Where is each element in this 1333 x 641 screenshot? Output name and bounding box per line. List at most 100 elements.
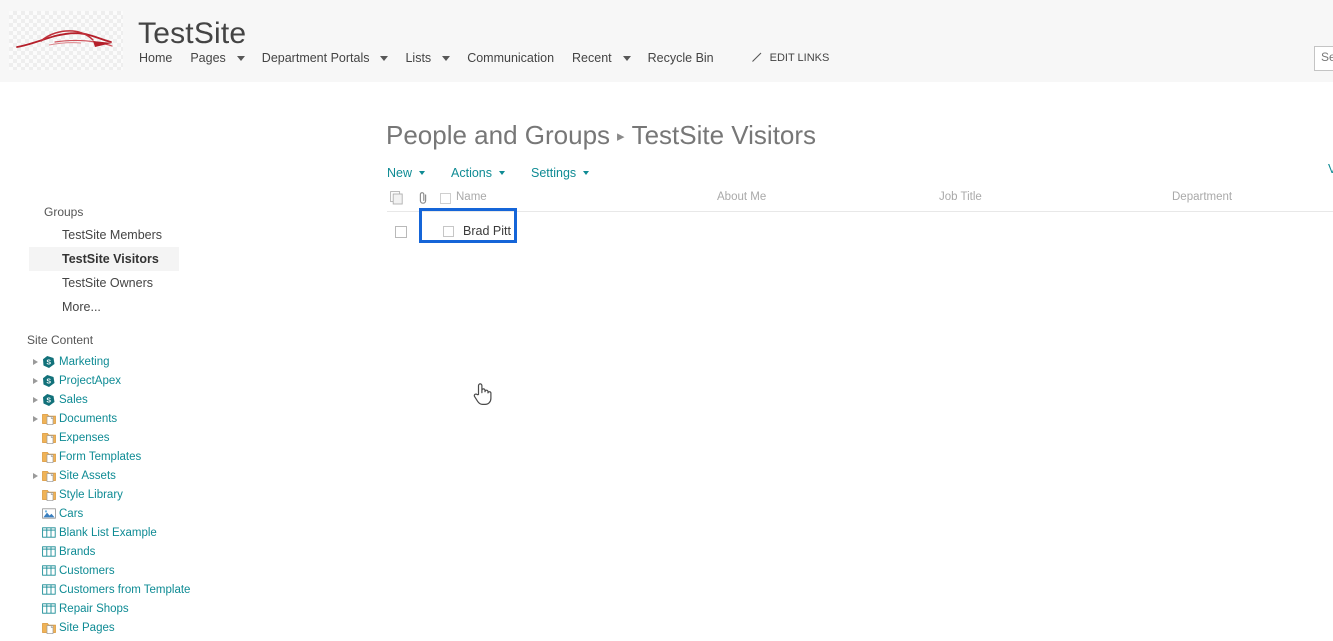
row-select-checkbox[interactable] xyxy=(395,226,407,238)
page-title-primary: People and Groups xyxy=(386,120,611,150)
column-header-name[interactable]: Name xyxy=(456,191,487,203)
toolbar-actions-menu[interactable]: Actions xyxy=(451,166,506,180)
chevron-down-icon[interactable] xyxy=(499,171,506,175)
column-header-about-me[interactable]: About Me xyxy=(717,191,766,203)
tree-item-site-assets[interactable]: Site Assets xyxy=(28,466,348,485)
grid-header-row: Name About Me Job Title Department xyxy=(387,190,1333,212)
sidebar-item-testsite-members[interactable]: TestSite Members xyxy=(29,223,179,247)
sharepoint-site-icon: S xyxy=(42,355,59,369)
left-sidebar: Groups TestSite Members TestSite Visitor… xyxy=(0,82,365,641)
nav-item-department-portals[interactable]: Department Portals xyxy=(261,51,389,65)
expand-arrow-icon[interactable] xyxy=(28,378,42,384)
row-name-cell[interactable]: Brad Pitt xyxy=(434,218,525,244)
nav-item-recent[interactable]: Recent xyxy=(571,51,631,65)
expand-arrow-icon[interactable] xyxy=(28,397,42,403)
search-input[interactable]: Se xyxy=(1314,46,1333,71)
tree-item-customers[interactable]: Customers xyxy=(28,561,348,580)
tree-item-form-templates[interactable]: Form Templates xyxy=(28,447,348,466)
group-label: TestSite Visitors xyxy=(62,252,159,266)
table-row[interactable]: Brad Pitt xyxy=(387,212,1333,252)
nav-item-home[interactable]: Home xyxy=(138,51,173,65)
tree-label: Documents xyxy=(59,412,118,425)
chevron-down-icon[interactable] xyxy=(236,55,245,61)
header-select-checkbox[interactable] xyxy=(440,193,451,204)
nav-item-recycle-bin[interactable]: Recycle Bin xyxy=(647,51,715,65)
tree-item-site-pages[interactable]: Site Pages xyxy=(28,618,348,637)
chevron-down-icon[interactable] xyxy=(419,171,426,175)
attachment-icon[interactable] xyxy=(418,191,429,210)
site-logo[interactable] xyxy=(9,11,123,70)
expand-arrow-icon[interactable] xyxy=(28,359,42,365)
edit-links-button[interactable]: EDIT LINKS xyxy=(751,51,829,66)
select-all-icon[interactable] xyxy=(390,191,405,211)
tree-item-style-library[interactable]: Style Library xyxy=(28,485,348,504)
site-content-tree: S Marketing S ProjectApex S Sales Docume… xyxy=(28,352,348,637)
list-icon xyxy=(42,583,59,596)
list-icon xyxy=(42,602,59,615)
sidebar-item-more[interactable]: More... xyxy=(29,295,179,319)
tree-label: Customers xyxy=(59,564,115,577)
expand-arrow-icon[interactable] xyxy=(28,473,42,479)
tree-label: Expenses xyxy=(59,431,110,444)
view-selector[interactable]: View xyxy=(1328,162,1333,176)
tree-item-sales[interactable]: S Sales xyxy=(28,390,348,409)
tree-label: Brands xyxy=(59,545,96,558)
site-title[interactable]: TestSite xyxy=(138,17,246,51)
car-logo-icon xyxy=(16,30,113,48)
tree-label: Customers from Template xyxy=(59,583,191,596)
document-library-icon xyxy=(42,488,59,502)
row-name-checkbox[interactable] xyxy=(443,225,454,237)
svg-text:S: S xyxy=(46,378,51,385)
nav-label: Department Portals xyxy=(261,51,370,65)
pencil-icon xyxy=(751,51,763,66)
nav-item-pages[interactable]: Pages xyxy=(189,51,245,65)
breadcrumb-separator-icon: ▸ xyxy=(617,128,625,145)
main-content: People and Groups ▸ TestSite Visitors New … xyxy=(365,82,1333,641)
nav-label: Home xyxy=(139,51,173,65)
tree-item-blank-list-example[interactable]: Blank List Example xyxy=(28,523,348,542)
chevron-down-icon[interactable] xyxy=(583,171,590,175)
toolbar-label: Settings xyxy=(531,166,577,180)
tree-label: Style Library xyxy=(59,488,123,501)
tree-label: Site Assets xyxy=(59,469,116,482)
tree-item-marketing[interactable]: S Marketing xyxy=(28,352,348,371)
sidebar-item-testsite-owners[interactable]: TestSite Owners xyxy=(29,271,179,295)
toolbar-new-menu[interactable]: New xyxy=(387,166,426,180)
nav-label: Recycle Bin xyxy=(647,51,714,65)
group-label: TestSite Owners xyxy=(62,276,154,290)
column-header-job-title[interactable]: Job Title xyxy=(939,191,982,203)
tree-item-documents[interactable]: Documents xyxy=(28,409,348,428)
svg-text:S: S xyxy=(46,397,51,404)
nav-item-communication[interactable]: Communication xyxy=(466,51,555,65)
tree-label: Site Pages xyxy=(59,621,115,634)
list-icon xyxy=(42,564,59,577)
tree-item-brands[interactable]: Brands xyxy=(28,542,348,561)
chevron-down-icon[interactable] xyxy=(622,55,631,61)
document-library-icon xyxy=(42,469,59,483)
picture-library-icon xyxy=(42,507,59,520)
toolbar-settings-menu[interactable]: Settings xyxy=(531,166,590,180)
page-root: TestSite Home Pages Department Portals L… xyxy=(0,0,1333,641)
column-header-department[interactable]: Department xyxy=(1172,191,1232,203)
expand-arrow-icon[interactable] xyxy=(28,416,42,422)
sidebar-item-testsite-visitors[interactable]: TestSite Visitors xyxy=(29,247,179,271)
tree-label: Sales xyxy=(59,393,88,406)
svg-text:S: S xyxy=(46,359,51,366)
nav-label: Lists xyxy=(405,51,432,65)
chevron-down-icon[interactable] xyxy=(442,55,451,61)
tree-item-customers-from-template[interactable]: Customers from Template xyxy=(28,580,348,599)
tree-item-projectapex[interactable]: S ProjectApex xyxy=(28,371,348,390)
tree-label: ProjectApex xyxy=(59,374,122,387)
list-icon xyxy=(42,526,59,539)
tree-item-expenses[interactable]: Expenses xyxy=(28,428,348,447)
tree-item-repair-shops[interactable]: Repair Shops xyxy=(28,599,348,618)
nav-item-lists[interactable]: Lists xyxy=(404,51,451,65)
tree-label: Marketing xyxy=(59,355,110,368)
row-name-link[interactable]: Brad Pitt xyxy=(463,224,511,238)
tree-label: Form Templates xyxy=(59,450,142,463)
top-navigation: Home Pages Department Portals Lists Comm… xyxy=(138,48,829,68)
chevron-down-icon[interactable] xyxy=(380,55,389,61)
tree-item-cars[interactable]: Cars xyxy=(28,504,348,523)
page-title-secondary: TestSite Visitors xyxy=(631,120,817,150)
page-title: People and Groups ▸ TestSite Visitors xyxy=(386,120,816,151)
